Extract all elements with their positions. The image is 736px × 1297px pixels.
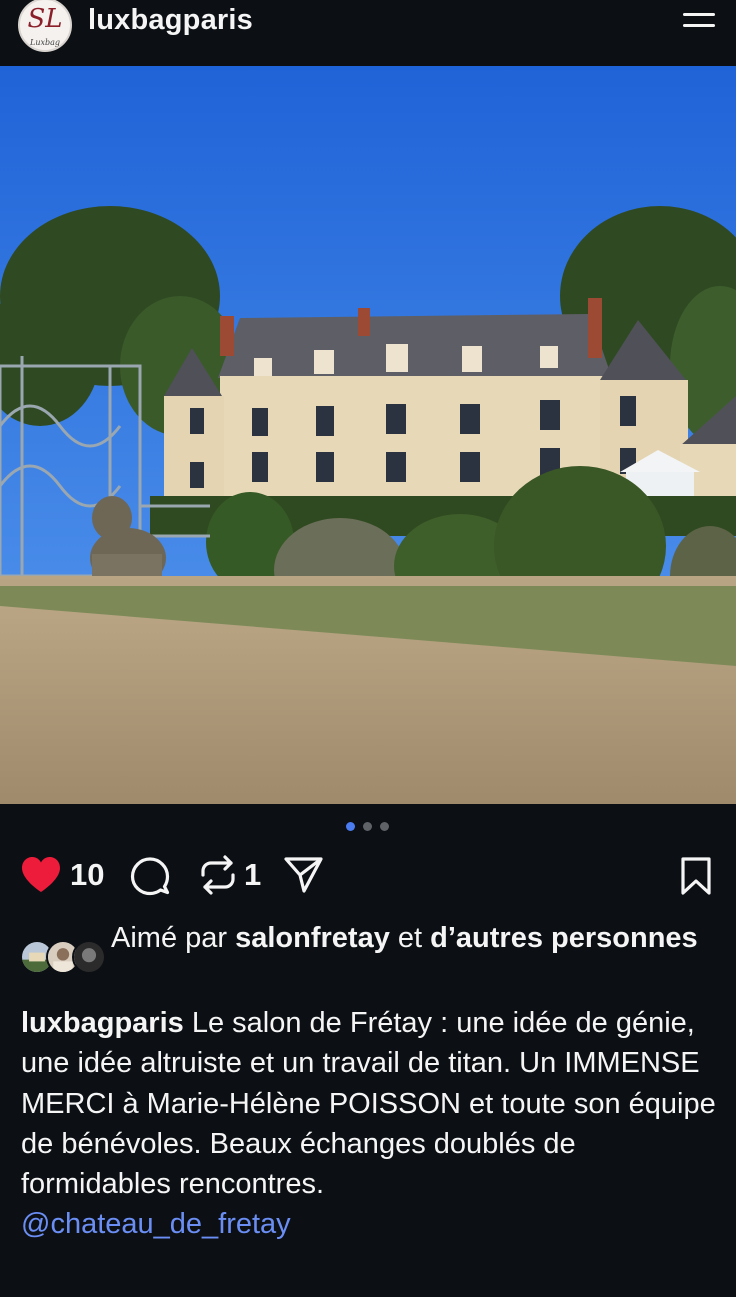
carousel-dot (363, 822, 372, 831)
liked-by-text[interactable]: Aimé par salonfretay et d’autres personn… (111, 918, 711, 958)
avatar-text: Luxbag (30, 38, 60, 47)
post-header: SL Luxbag luxbagparis (0, 0, 736, 66)
liked-by-prefix: Aimé par (111, 922, 236, 954)
caption-author[interactable]: luxbagparis (21, 1007, 184, 1039)
post-caption: luxbagparis Le salon de Frétay : une idé… (21, 1003, 721, 1245)
profile-avatar[interactable]: SL Luxbag (18, 0, 72, 52)
save-icon[interactable] (680, 856, 712, 896)
share-icon[interactable] (283, 855, 325, 895)
hamburger-menu-icon[interactable] (680, 8, 718, 36)
carousel-dot (380, 822, 389, 831)
carousel-indicator (0, 822, 736, 834)
liker-avatar (72, 940, 106, 974)
post-photo[interactable] (0, 66, 736, 804)
repost-icon[interactable] (198, 855, 238, 895)
comment-icon[interactable] (130, 856, 170, 896)
like-count[interactable]: 10 (70, 857, 104, 893)
repost-count[interactable]: 1 (244, 857, 261, 893)
caption-mention[interactable]: @chateau_de_fretay (21, 1208, 291, 1240)
carousel-dot (346, 822, 355, 831)
profile-username[interactable]: luxbagparis (88, 4, 253, 37)
liked-by-user[interactable]: salonfretay (235, 922, 390, 954)
liked-by-others[interactable]: d’autres personnes (430, 922, 698, 954)
post-actions: 10 1 (0, 852, 736, 898)
liker-avatars[interactable] (20, 940, 110, 980)
heart-icon[interactable] (20, 856, 62, 894)
avatar-monogram: SL (27, 4, 63, 34)
liked-by-connector: et (389, 922, 431, 954)
